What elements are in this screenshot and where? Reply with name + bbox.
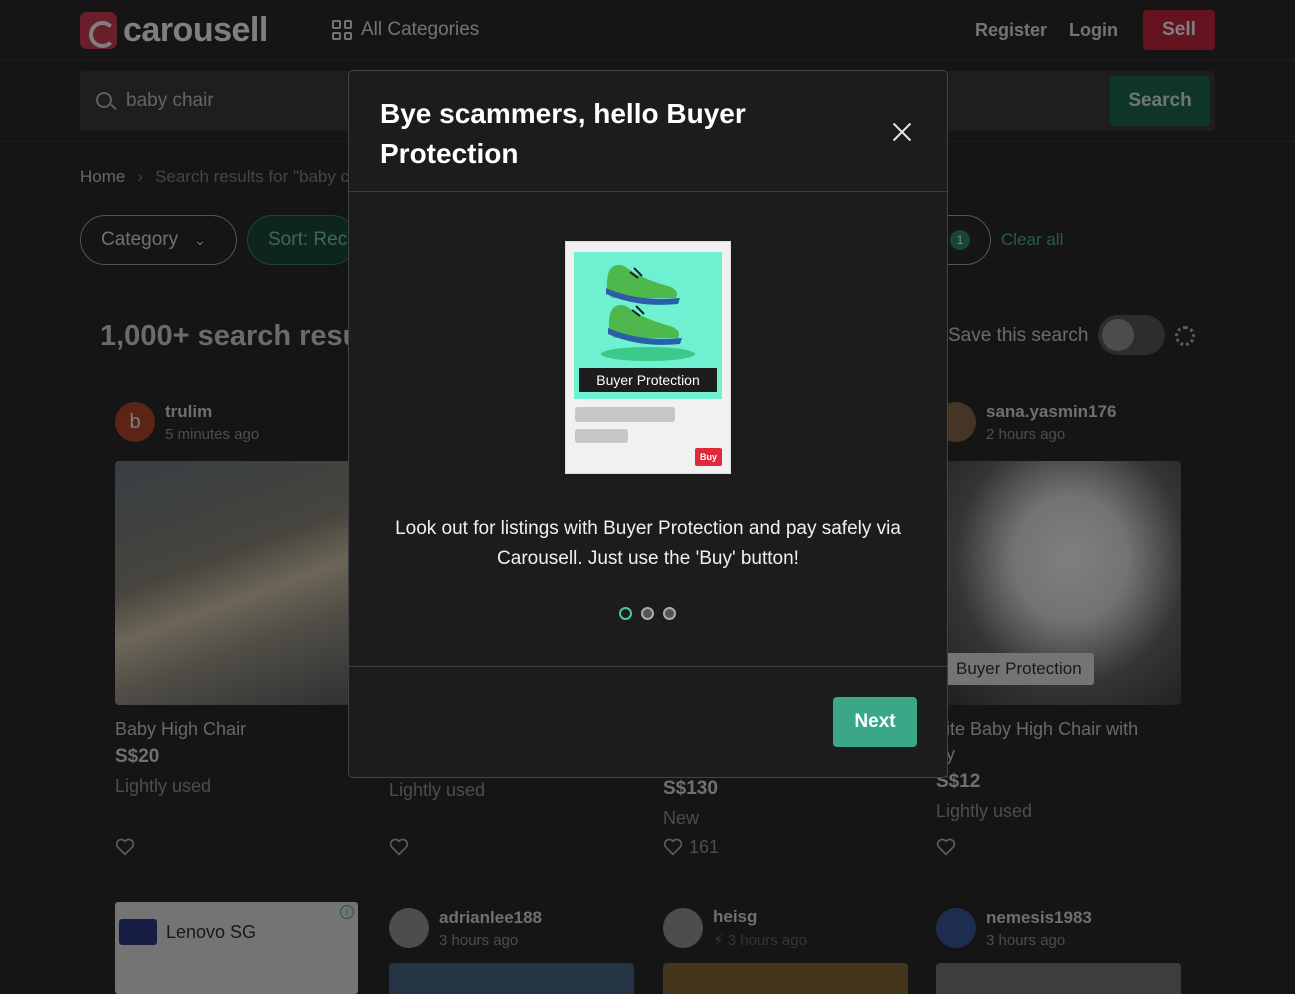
carousel-pagination xyxy=(619,607,676,620)
illustration-label: Buyer Protection xyxy=(579,368,717,392)
modal-title: Bye scammers, hello Buyer Protection xyxy=(380,98,746,169)
next-button[interactable]: Next xyxy=(833,697,917,747)
modal-header-divider xyxy=(349,191,947,192)
buyer-protection-illustration: Buyer Protection Buy xyxy=(565,241,731,474)
placeholder-bar xyxy=(575,407,675,422)
pagination-dot-active[interactable] xyxy=(619,607,632,620)
placeholder-bar xyxy=(575,429,628,443)
modal-description: Look out for listings with Buyer Protect… xyxy=(395,518,901,569)
buyer-protection-modal: Bye scammers, hello Buyer Protection Buy… xyxy=(348,70,948,778)
sneakers-image: Buyer Protection xyxy=(574,252,722,399)
close-icon[interactable] xyxy=(890,120,914,144)
pagination-dot[interactable] xyxy=(663,607,676,620)
buy-chip: Buy xyxy=(695,448,722,466)
pagination-dot[interactable] xyxy=(641,607,654,620)
modal-footer-divider xyxy=(349,666,947,667)
